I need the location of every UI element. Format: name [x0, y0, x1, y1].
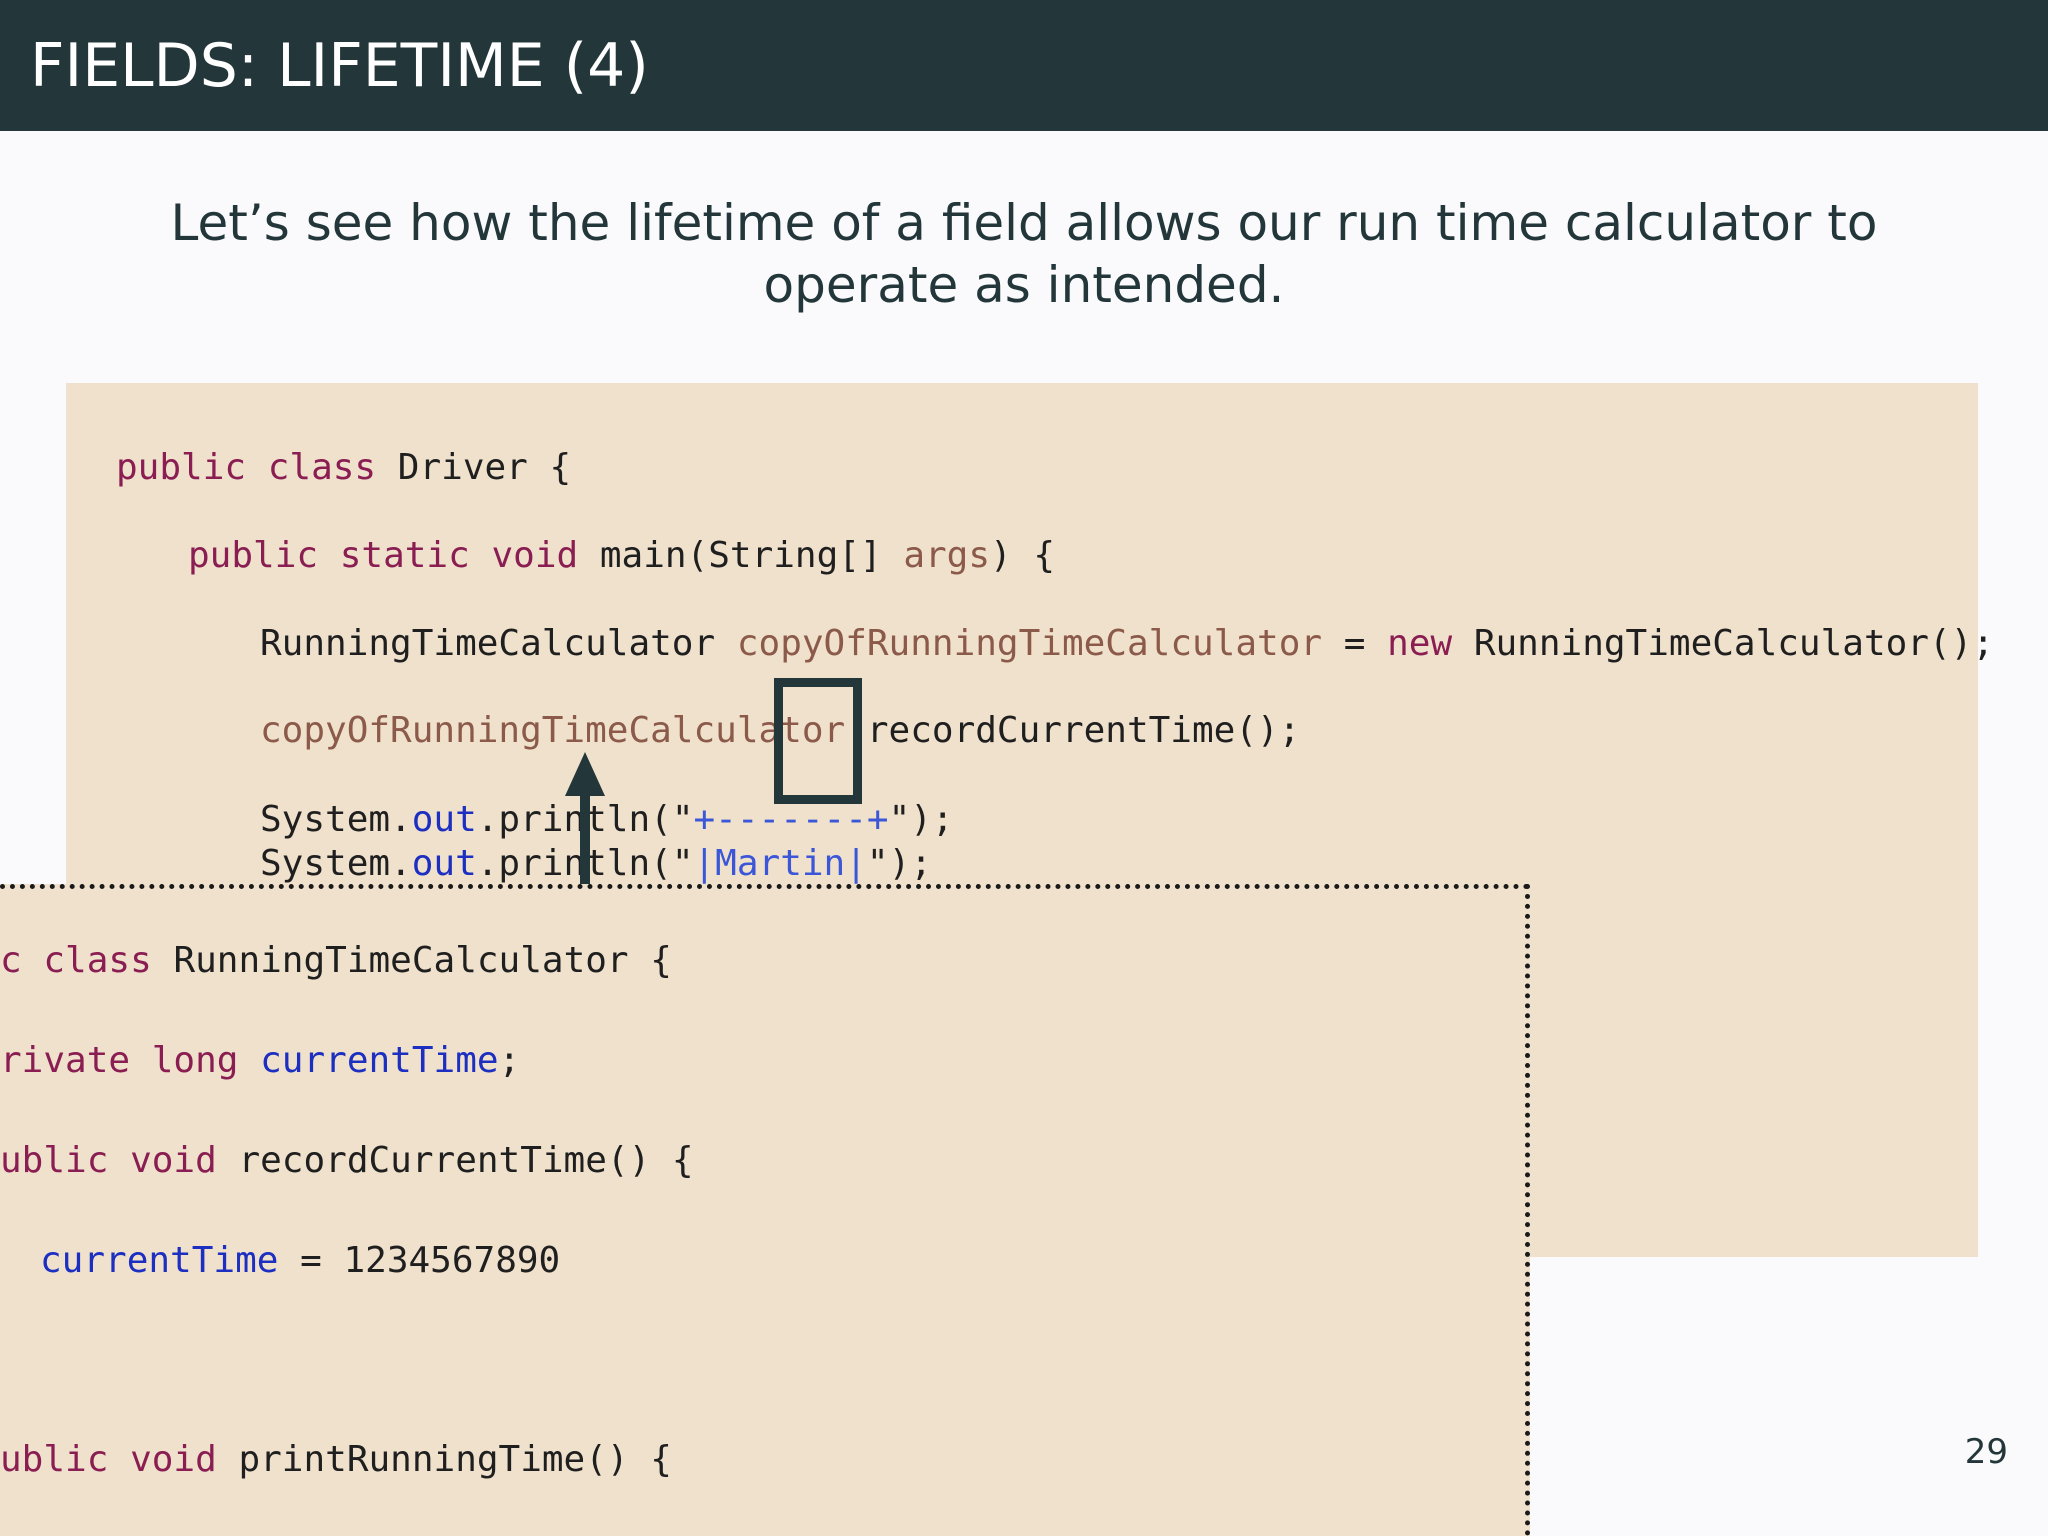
- keyword: void: [491, 535, 579, 576]
- code-text: =: [300, 1240, 322, 1281]
- code-text: .recordCurrentTime();: [845, 710, 1301, 751]
- keyword: ublic: [0, 1140, 109, 1181]
- keyword: public: [188, 535, 319, 576]
- keyword: class: [267, 447, 377, 488]
- code-line-class-driver: public class Driver {: [116, 446, 571, 490]
- code-line-record-method: ublic void recordCurrentTime() {: [0, 1139, 694, 1183]
- code-text: RunningTimeCalculator {: [173, 940, 672, 981]
- code-text: recordCurrentTime() {: [238, 1140, 694, 1181]
- code-text: ");: [866, 843, 932, 884]
- keyword: c: [0, 940, 22, 981]
- keyword: ublic: [0, 1439, 109, 1480]
- code-text: System.: [260, 843, 412, 884]
- code-text: ) {: [990, 535, 1056, 576]
- field: currentTime: [40, 1240, 279, 1281]
- slide-title: FIELDS: LIFETIME (4): [30, 31, 649, 101]
- code-text: RunningTimeCalculator();: [1473, 623, 1994, 664]
- string-literal: |Martin|: [693, 843, 867, 884]
- keyword: long: [151, 1040, 239, 1081]
- code-text: Driver {: [397, 447, 572, 488]
- keyword: void: [130, 1140, 217, 1181]
- code-text: RunningTimeCalculator: [260, 623, 716, 664]
- highlight-rectangle: [774, 678, 862, 804]
- code-text: printRunningTime() {: [238, 1439, 672, 1480]
- variable: copyOfRunningTimeCalculator: [260, 710, 846, 751]
- keyword: static: [339, 535, 470, 576]
- code-text: ");: [888, 799, 954, 840]
- up-arrow-icon: [565, 752, 605, 890]
- code-line-class-calculator: c class RunningTimeCalculator {: [0, 939, 672, 983]
- code-line-field-declaration: rivate long currentTime;: [0, 1039, 520, 1083]
- keyword: public: [116, 447, 247, 488]
- code-line-assignment: currentTime = 1234567890: [40, 1239, 560, 1283]
- code-text: ;: [498, 1040, 521, 1081]
- field: out: [411, 843, 477, 884]
- keyword: new: [1387, 623, 1453, 664]
- keyword: rivate: [0, 1040, 131, 1081]
- string-literal: +-------+: [693, 799, 889, 840]
- code-text: System.: [260, 799, 412, 840]
- keyword: class: [43, 940, 152, 981]
- code-text: =: [1343, 623, 1366, 664]
- code-text: main(String[]: [599, 535, 882, 576]
- code-text: 1234567890: [343, 1240, 561, 1281]
- variable: copyOfRunningTimeCalculator: [736, 623, 1323, 664]
- field: currentTime: [260, 1040, 499, 1081]
- keyword: void: [130, 1439, 217, 1480]
- title-bar: FIELDS: LIFETIME (4): [0, 0, 2048, 131]
- slide-subtitle: Let’s see how the lifetime of a field al…: [170, 194, 1878, 314]
- code-line-main-method: public static void main(String[] args) {: [188, 534, 1055, 578]
- variable: args: [903, 535, 991, 576]
- page-number: 29: [1964, 1432, 2008, 1472]
- field: out: [411, 799, 477, 840]
- code-line-print-method: ublic void printRunningTime() {: [0, 1438, 672, 1482]
- code-line-new-calculator: RunningTimeCalculator copyOfRunningTimeC…: [260, 622, 1994, 666]
